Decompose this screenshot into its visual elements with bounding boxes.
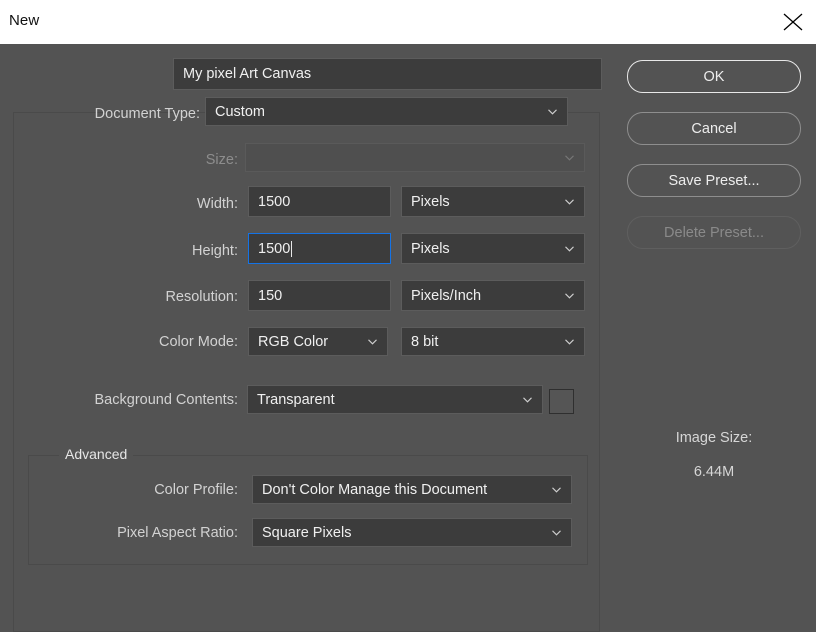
delete-preset-button: Delete Preset...: [627, 216, 801, 249]
document-type-label: Document Type:: [94, 106, 200, 122]
document-type-dropdown[interactable]: Custom: [205, 97, 568, 126]
close-icon[interactable]: [770, 0, 816, 44]
pixel-aspect-ratio-label: Pixel Aspect Ratio:: [117, 525, 238, 541]
size-dropdown: [245, 143, 585, 172]
resolution-unit-value: Pixels/Inch: [411, 287, 482, 304]
chevron-down-icon: [552, 486, 561, 493]
width-unit-dropdown[interactable]: Pixels: [401, 186, 585, 217]
resolution-label: Resolution:: [165, 289, 238, 305]
height-unit-value: Pixels: [411, 240, 450, 257]
chevron-down-icon: [368, 338, 377, 345]
document-type-value: Custom: [215, 103, 265, 120]
background-contents-label: Background Contents:: [94, 392, 238, 408]
chevron-down-icon: [548, 108, 557, 115]
advanced-group-legend: Advanced: [59, 446, 134, 462]
height-label: Height:: [192, 243, 238, 259]
color-profile-value: Don't Color Manage this Document: [262, 481, 488, 498]
advanced-group: Advanced: [28, 446, 588, 565]
height-input-value: 1500: [258, 240, 291, 257]
width-unit-value: Pixels: [411, 193, 450, 210]
name-input[interactable]: My pixel Art Canvas: [173, 58, 602, 90]
image-size-value: 6.44M: [693, 464, 735, 480]
save-preset-button[interactable]: Save Preset...: [627, 164, 801, 197]
chevron-down-icon: [565, 338, 574, 345]
pixel-aspect-ratio-value: Square Pixels: [262, 524, 352, 541]
background-color-swatch[interactable]: [549, 389, 574, 414]
color-profile-label: Color Profile:: [154, 482, 238, 498]
pixel-aspect-ratio-dropdown[interactable]: Square Pixels: [252, 518, 572, 547]
resolution-unit-dropdown[interactable]: Pixels/Inch: [401, 280, 585, 311]
close-glyph: [783, 13, 803, 31]
background-contents-value: Transparent: [257, 391, 335, 408]
text-caret: [291, 240, 293, 257]
color-depth-dropdown[interactable]: 8 bit: [401, 327, 585, 356]
chevron-down-icon: [523, 396, 532, 403]
size-label: Size:: [205, 152, 238, 168]
width-label: Width:: [196, 196, 238, 212]
color-mode-value: RGB Color: [258, 333, 329, 350]
ok-button[interactable]: OK: [627, 60, 801, 93]
chevron-down-icon: [565, 198, 574, 205]
new-document-dialog: New Name: My pixel Art Canvas Document T…: [0, 0, 816, 632]
width-input[interactable]: 1500: [248, 186, 391, 217]
image-size-label: Image Size:: [675, 430, 753, 446]
dialog-titlebar: New: [0, 0, 816, 44]
dialog-title: New: [9, 12, 40, 29]
resolution-input[interactable]: 150: [248, 280, 391, 311]
color-profile-dropdown[interactable]: Don't Color Manage this Document: [252, 475, 572, 504]
height-input[interactable]: 1500: [248, 233, 391, 264]
cancel-button[interactable]: Cancel: [627, 112, 801, 145]
chevron-down-icon: [565, 292, 574, 299]
chevron-down-icon: [552, 529, 561, 536]
color-mode-label: Color Mode:: [159, 334, 238, 350]
color-mode-dropdown[interactable]: RGB Color: [248, 327, 388, 356]
chevron-down-icon: [565, 245, 574, 252]
chevron-down-icon: [565, 154, 574, 161]
height-unit-dropdown[interactable]: Pixels: [401, 233, 585, 264]
background-contents-dropdown[interactable]: Transparent: [247, 385, 543, 414]
color-depth-value: 8 bit: [411, 333, 439, 350]
dialog-body: Name: My pixel Art Canvas Document Type:…: [0, 44, 816, 632]
